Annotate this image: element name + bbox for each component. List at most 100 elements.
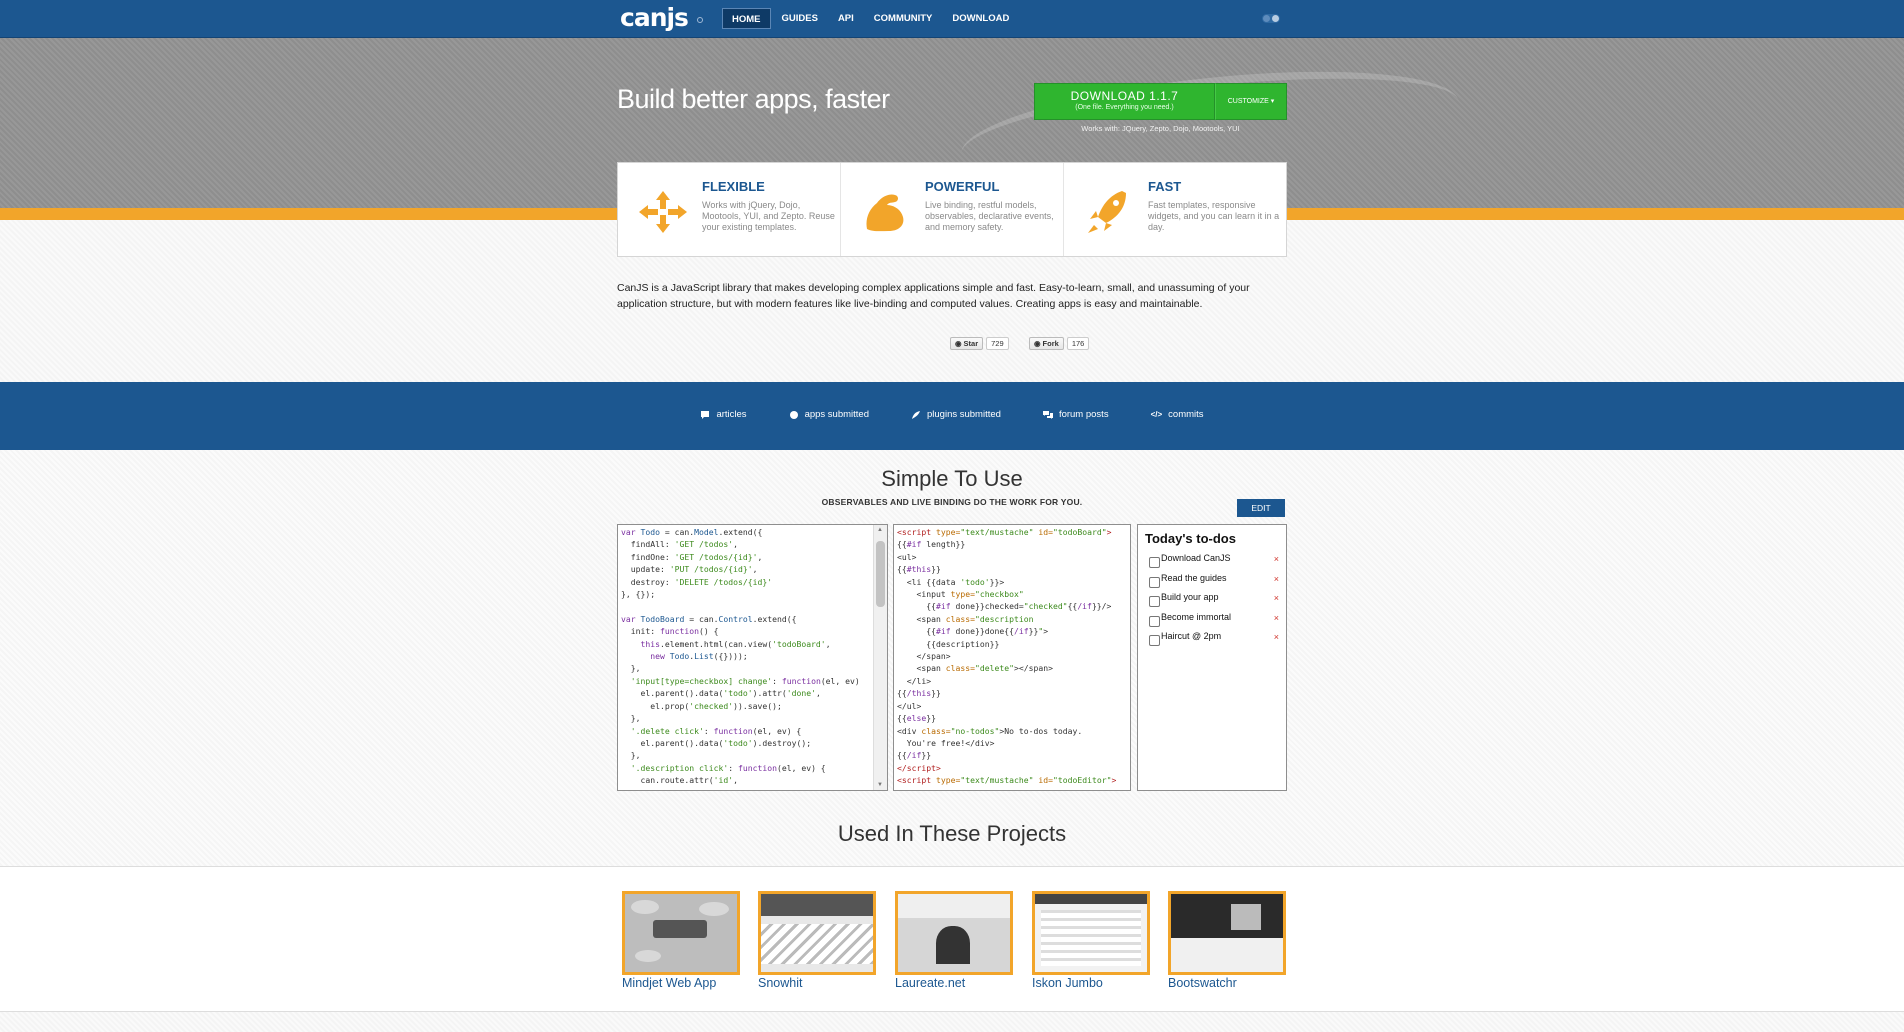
todo-checkbox[interactable] — [1149, 577, 1160, 588]
scroll-up-icon[interactable]: ▲ — [877, 527, 883, 533]
projects-title: Used In These Projects — [837, 821, 1067, 846]
github-star-widget: ◉ Star 729 — [950, 337, 1009, 350]
project-card[interactable]: Snowhit — [758, 891, 876, 990]
nav-api[interactable]: API — [829, 8, 863, 29]
fork-count[interactable]: 176 — [1066, 337, 1090, 350]
star-count[interactable]: 729 — [986, 337, 1009, 350]
feature-title: FLEXIBLE — [702, 179, 765, 194]
project-name[interactable]: Bootswatchr — [1168, 976, 1286, 990]
stat-label: commits — [1168, 409, 1204, 420]
stat-commits[interactable]: </> commits — [1151, 409, 1204, 420]
stat-label: apps submitted — [804, 409, 869, 420]
customize-button[interactable]: CUSTOMIZE ▾ — [1215, 83, 1287, 120]
todo-checkbox[interactable] — [1149, 635, 1160, 646]
todo-item: Become immortal × — [1149, 612, 1279, 628]
github-icon: ◉ — [1034, 339, 1041, 348]
todo-demo-panel: Today's to-dos Download CanJS × Read the… — [1137, 524, 1287, 791]
todo-label[interactable]: Download CanJS — [1161, 553, 1231, 563]
stats-row: articles apps submitted plugins submitte… — [0, 409, 1904, 420]
logo-ring-icon — [697, 17, 703, 23]
delete-icon[interactable]: × — [1274, 574, 1279, 584]
stat-forum[interactable]: forum posts — [1042, 409, 1109, 420]
js-code-editor[interactable]: var Todo = can.Model.extend({ findAll: '… — [617, 524, 888, 791]
canjs-logo[interactable]: canjs — [620, 3, 689, 32]
todo-label[interactable]: Read the guides — [1161, 573, 1227, 583]
download-button[interactable]: DOWNLOAD 1.1.7 (One file. Everything you… — [1034, 83, 1215, 120]
cloud-icon — [789, 410, 798, 419]
download-sublabel: (One file. Everything you need.) — [1075, 104, 1174, 111]
todo-title: Today's to-dos — [1145, 531, 1236, 546]
scroll-thumb[interactable] — [876, 541, 885, 607]
github-fork-widget: ◉ Fork 176 — [1029, 337, 1090, 350]
delete-icon[interactable]: × — [1274, 554, 1279, 564]
template-code-editor[interactable]: <script type="text/mustache" id="todoBoa… — [893, 524, 1131, 791]
simple-to-use-title: Simple To Use — [881, 466, 1023, 491]
feather-icon — [912, 410, 920, 419]
arrows-icon — [639, 191, 687, 233]
stat-label: plugins submitted — [927, 409, 1001, 420]
code-scrollbar[interactable]: ▲ ▼ — [873, 525, 887, 790]
project-thumbnail[interactable] — [758, 891, 876, 975]
js-code: var Todo = can.Model.extend({ findAll: '… — [621, 527, 860, 786]
features-panel: FLEXIBLE Works with jQuery, Dojo, Mootoo… — [617, 162, 1287, 257]
feature-desc: Live binding, restful models, observable… — [925, 200, 1054, 232]
delete-icon[interactable]: × — [1274, 632, 1279, 642]
feature-fast: FAST Fast templates, responsive widgets,… — [1064, 163, 1286, 256]
nav-home[interactable]: HOME — [722, 8, 771, 29]
star-label: Star — [963, 339, 979, 348]
project-card[interactable]: Mindjet Web App — [622, 891, 740, 990]
feature-flexible: FLEXIBLE Works with jQuery, Dojo, Mootoo… — [618, 163, 841, 256]
todo-checkbox[interactable] — [1149, 616, 1160, 627]
rocket-icon — [1088, 191, 1126, 233]
feature-desc: Works with jQuery, Dojo, Mootools, YUI, … — [702, 200, 835, 232]
todo-checkbox[interactable] — [1149, 596, 1160, 607]
todo-item: Build your app × — [1149, 592, 1279, 608]
simple-to-use-subtitle: OBSERVABLES AND LIVE BINDING DO THE WORK… — [821, 497, 1083, 507]
project-name[interactable]: Snowhit — [758, 976, 876, 990]
stat-label: articles — [716, 409, 747, 420]
feature-title: POWERFUL — [925, 179, 1000, 194]
project-thumbnail[interactable] — [1032, 891, 1150, 975]
project-thumbnail[interactable] — [895, 891, 1013, 975]
nav-download[interactable]: DOWNLOAD — [943, 8, 1018, 29]
stat-articles[interactable]: articles — [700, 409, 747, 420]
nav-community[interactable]: COMMUNITY — [865, 8, 942, 29]
footer — [0, 1012, 1904, 1032]
project-name[interactable]: Mindjet Web App — [622, 976, 740, 990]
project-thumbnail[interactable] — [1168, 891, 1286, 975]
github-star-button[interactable]: ◉ Star — [950, 337, 984, 350]
todo-label[interactable]: Haircut @ 2pm — [1161, 631, 1221, 641]
intro-paragraph: CanJS is a JavaScript library that makes… — [617, 282, 1250, 310]
feature-desc: Fast templates, responsive widgets, and … — [1148, 200, 1280, 232]
todo-label[interactable]: Build your app — [1161, 592, 1219, 602]
github-fork-button[interactable]: ◉ Fork — [1029, 337, 1064, 350]
delete-icon[interactable]: × — [1274, 593, 1279, 603]
scroll-down-icon[interactable]: ▼ — [877, 782, 883, 788]
works-with-text: Works with: JQuery, Zepto, Dojo, Mootool… — [1081, 124, 1240, 133]
nav-guides[interactable]: GUIDES — [773, 8, 827, 29]
project-thumbnail[interactable] — [622, 891, 740, 975]
project-card[interactable]: Iskon Jumbo — [1032, 891, 1150, 990]
theme-toggle[interactable] — [1262, 14, 1280, 23]
edit-button[interactable]: EDIT — [1237, 499, 1285, 517]
todo-label[interactable]: Become immortal — [1161, 612, 1231, 622]
todo-item: Download CanJS × — [1149, 553, 1279, 569]
chat-bubbles-icon — [1042, 410, 1053, 419]
stat-label: forum posts — [1058, 409, 1109, 420]
code-icon: </> — [1150, 409, 1163, 419]
todo-checkbox[interactable] — [1149, 557, 1160, 568]
delete-icon[interactable]: × — [1274, 613, 1279, 623]
project-card[interactable]: Bootswatchr — [1168, 891, 1286, 990]
speech-bubble-icon — [701, 410, 710, 419]
flexed-arm-icon — [866, 194, 904, 232]
todo-item: Haircut @ 2pm × — [1149, 631, 1279, 647]
hero-tagline: Build better apps, faster — [617, 84, 890, 114]
stat-plugins[interactable]: plugins submitted — [911, 409, 1001, 420]
project-name[interactable]: Laureate.net — [895, 976, 1013, 990]
feature-title: FAST — [1148, 179, 1182, 194]
project-name[interactable]: Iskon Jumbo — [1032, 976, 1150, 990]
project-card[interactable]: Laureate.net — [895, 891, 1013, 990]
todo-item: Read the guides × — [1149, 573, 1279, 589]
main-nav: HOME GUIDES API COMMUNITY DOWNLOAD — [722, 8, 1018, 29]
stat-apps[interactable]: apps submitted — [789, 409, 869, 420]
